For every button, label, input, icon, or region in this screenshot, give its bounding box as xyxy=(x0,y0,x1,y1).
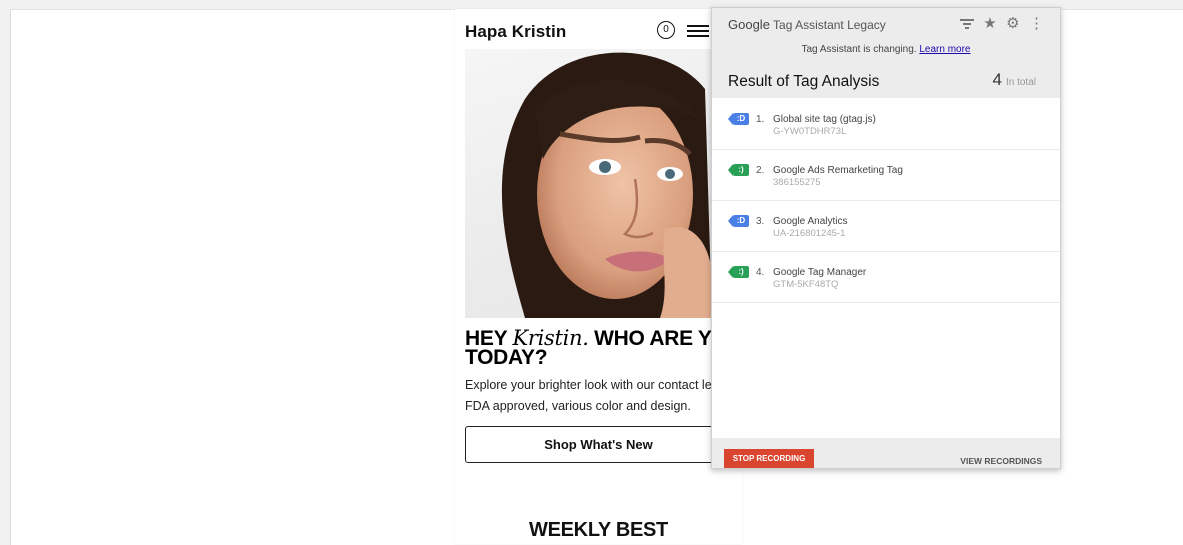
tag-name: Google Tag Manager xyxy=(773,267,867,278)
mobile-page-frame: Hapa Kristin 0 HEY Kristin. WHO ARE YOU … xyxy=(455,9,742,544)
change-notice: Tag Assistant is changing. Learn more xyxy=(712,44,1060,55)
tag-assistant-logo: Google Tag Assistant Legacy xyxy=(728,17,886,32)
google-wordmark: Google xyxy=(728,17,770,32)
tag-row[interactable]: :D 3. Google Analytics UA-216801245-1 xyxy=(712,201,1060,252)
tag-name: Google Ads Remarketing Tag xyxy=(773,165,903,176)
tag-row[interactable]: :D 1. Global site tag (gtag.js) G-YW0TDH… xyxy=(712,99,1060,150)
more-vert-icon[interactable]: ⋮ xyxy=(1029,16,1044,32)
tag-number: 4. xyxy=(756,267,765,278)
tag-number: 2. xyxy=(756,165,765,176)
tag-count-value: 4 xyxy=(992,70,1002,89)
tag-name: Google Analytics xyxy=(773,216,848,227)
star-icon[interactable]: ★ xyxy=(983,16,996,32)
tag-id: G-YW0TDHR73L xyxy=(773,126,847,137)
tag-name: Global site tag (gtag.js) xyxy=(773,114,876,125)
model-portrait xyxy=(501,52,712,318)
tag-count: 4 In total xyxy=(993,70,1037,90)
tag-icon: :D xyxy=(728,215,749,227)
tag-row[interactable]: :) 4. Google Tag Manager GTM-5KF48TQ xyxy=(712,252,1060,303)
notice-text: Tag Assistant is changing. xyxy=(801,44,917,55)
tag-icon: :) xyxy=(728,266,749,278)
tag-assistant-popup: Google Tag Assistant Legacy ★ ⚙ ⋮ Tag As… xyxy=(711,7,1061,469)
tag-icon: :) xyxy=(728,164,749,176)
cart-icon[interactable]: 0 xyxy=(657,21,675,39)
brand-logo[interactable]: Hapa Kristin xyxy=(465,22,566,42)
hero-image xyxy=(465,49,712,318)
tag-number: 1. xyxy=(756,114,765,125)
filter-icon[interactable] xyxy=(959,16,974,34)
tag-row[interactable]: :) 2. Google Ads Remarketing Tag 3861552… xyxy=(712,150,1060,201)
weekly-best-title: WEEKLY BEST xyxy=(529,519,668,541)
product-name: Tag Assistant Legacy xyxy=(773,18,886,32)
hamburger-menu-icon[interactable] xyxy=(687,25,709,39)
shop-whats-new-button[interactable]: Shop What's New xyxy=(465,426,732,463)
view-recordings-button[interactable]: VIEW RECORDINGS xyxy=(960,456,1042,466)
hero-headline: HEY Kristin. WHO ARE YOU TODAY? xyxy=(465,328,742,369)
tag-assistant-footer: STOP RECORDING VIEW RECORDINGS xyxy=(712,438,1060,468)
tag-icon: :D xyxy=(728,113,749,125)
result-title: Result of Tag Analysis xyxy=(728,73,880,90)
learn-more-link[interactable]: Learn more xyxy=(919,44,970,55)
tag-count-label: In total xyxy=(1005,77,1036,88)
header-actions: ★ ⚙ ⋮ xyxy=(955,16,1044,32)
stop-recording-button[interactable]: STOP RECORDING xyxy=(724,449,814,468)
tag-id: GTM-5KF48TQ xyxy=(773,279,839,290)
tag-assistant-header: Google Tag Assistant Legacy ★ ⚙ ⋮ Tag As… xyxy=(712,8,1060,98)
tag-id: UA-216801245-1 xyxy=(773,228,846,239)
hero-description: Explore your brighter look with our cont… xyxy=(465,378,729,413)
tag-number: 3. xyxy=(756,216,765,227)
tag-id: 386155275 xyxy=(773,177,821,188)
gear-icon[interactable]: ⚙ xyxy=(1006,16,1019,32)
